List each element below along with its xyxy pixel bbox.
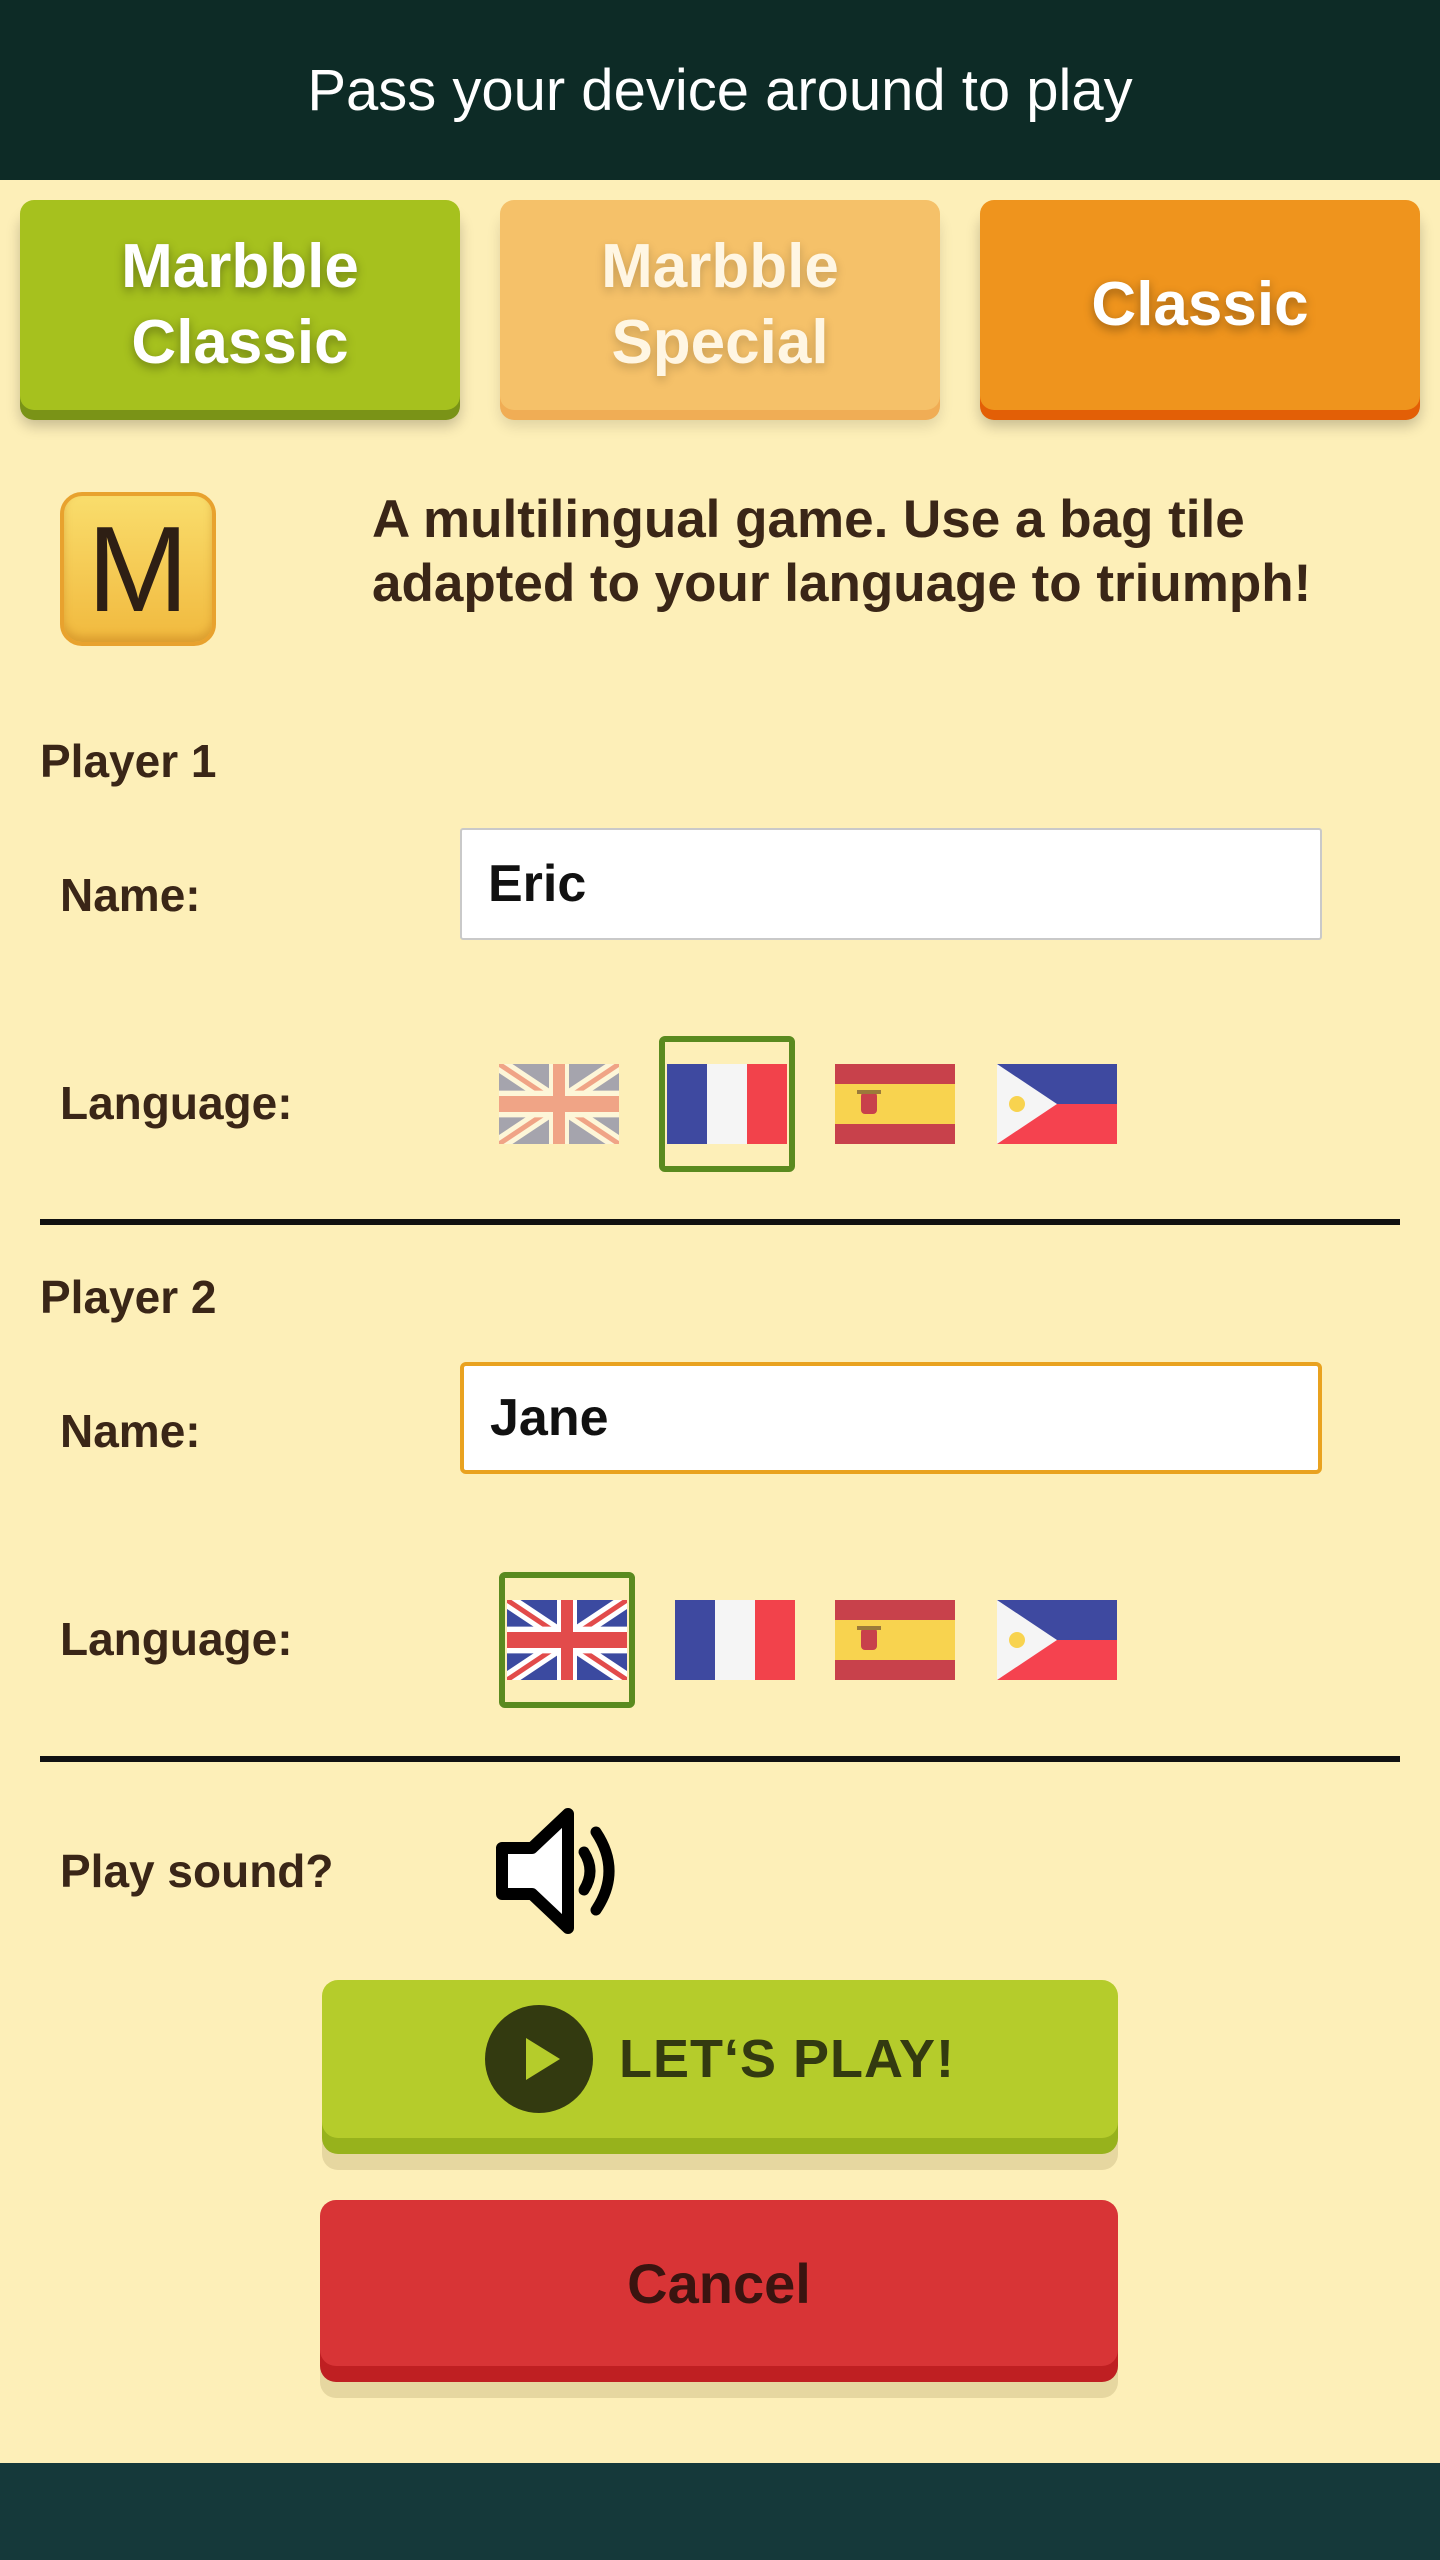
player-1-flag-philippine[interactable]: [989, 1036, 1125, 1172]
mode-marbble-classic-button[interactable]: Marbble Classic: [20, 200, 460, 410]
player-2-flag-philippine[interactable]: [989, 1572, 1125, 1708]
play-icon: [484, 2005, 593, 2113]
english-flag-icon: [507, 1600, 627, 1680]
player-2-title: Player 2: [40, 1271, 217, 1323]
player-1-name-input[interactable]: [460, 828, 1322, 940]
player-1-flag-spanish[interactable]: [827, 1036, 963, 1172]
mode-label-line1: Marbble: [121, 232, 359, 301]
lets-play-button[interactable]: LET‘S PLAY!: [322, 1980, 1118, 2138]
player-2-flag-english[interactable]: [499, 1572, 635, 1708]
player-1-language-label: Language:: [60, 1077, 293, 1129]
mode-label-line2: Special: [611, 308, 829, 377]
mode-label-line2: Classic: [131, 308, 349, 377]
french-flag-icon: [675, 1600, 795, 1680]
spanish-flag-icon: [835, 1600, 955, 1680]
game-logo-tile: M: [60, 492, 216, 646]
french-flag-icon: [667, 1064, 787, 1144]
spanish-flag-icon: [835, 1064, 955, 1144]
mode-marbble-special-button[interactable]: Marbble Special: [500, 200, 940, 410]
player-1-title: Player 1: [40, 735, 217, 787]
english-flag-icon: [499, 1064, 619, 1144]
player-2-flag-french[interactable]: [667, 1572, 803, 1708]
page-title: Pass your device around to play: [307, 57, 1133, 123]
player-1-flag-french[interactable]: [659, 1036, 795, 1172]
intro-text: A multilingual game. Use a bag tile adap…: [372, 490, 1312, 613]
player-1-name-label: Name:: [60, 869, 201, 921]
player-2-name-input[interactable]: [460, 1362, 1322, 1474]
philippine-flag-icon: [997, 1600, 1117, 1680]
player-1-flag-english[interactable]: [491, 1036, 627, 1172]
section-divider: [40, 1219, 1400, 1225]
mode-classic-button[interactable]: Classic: [980, 200, 1420, 410]
player-2-flag-spanish[interactable]: [827, 1572, 963, 1708]
cancel-button[interactable]: Cancel: [320, 2200, 1118, 2366]
page-header: Pass your device around to play: [0, 0, 1440, 180]
section-divider: [40, 1756, 1400, 1762]
cancel-label: Cancel: [627, 2251, 811, 2315]
mode-label-line1: Classic: [1091, 270, 1309, 339]
lets-play-label: LET‘S PLAY!: [618, 2029, 956, 2089]
player-2-language-label: Language:: [60, 1613, 293, 1665]
philippine-flag-icon: [997, 1064, 1117, 1144]
mode-label-line1: Marbble: [601, 232, 839, 301]
logo-letter: M: [87, 501, 189, 637]
speaker-icon[interactable]: [496, 1808, 626, 1934]
footer-bar: [0, 2463, 1440, 2560]
play-sound-label: Play sound?: [60, 1845, 334, 1897]
player-2-name-label: Name:: [60, 1405, 201, 1457]
